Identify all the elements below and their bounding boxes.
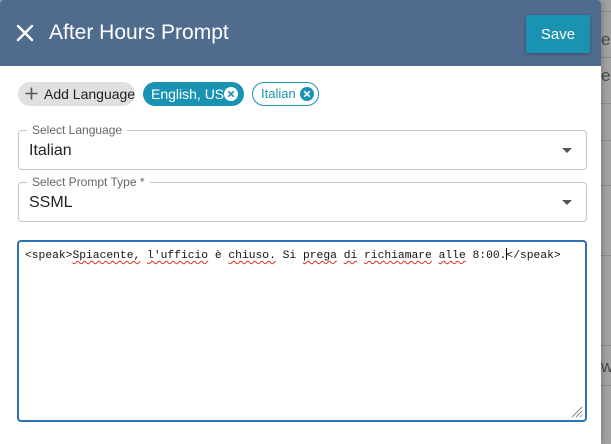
background-divider [600,345,611,346]
background-divider [600,103,611,104]
add-language-label: Add Language [44,86,136,102]
resize-handle-icon[interactable] [571,406,583,418]
background-divider [600,140,611,141]
background-divider [600,385,611,386]
chevron-down-icon [562,200,572,205]
ssml-word: di [343,250,358,262]
background-text-fragment: w [601,357,611,376]
language-chip-label: English, US [151,86,225,102]
plus-icon [25,87,38,100]
cancel-circle-icon[interactable] [300,87,314,101]
ssml-word: chiuso. [228,250,276,262]
dialog-header: After Hours Prompt Save [0,0,601,66]
dialog-title: After Hours Prompt [49,21,229,44]
close-button[interactable] [14,22,36,44]
close-icon [16,24,34,42]
ssml-word: richiamare [364,250,432,262]
chevron-down-icon [562,148,572,153]
add-language-chip[interactable]: Add Language [18,82,135,106]
language-chip-italian[interactable]: Italian [252,82,319,106]
ssml-word: alle [438,250,466,262]
language-chip-label: Italian [261,86,296,101]
background-divider [600,11,611,12]
background-text-fragment: e [601,30,611,49]
ssml-word: 8:00. [472,250,507,262]
language-chip-english-us[interactable]: English, US [143,82,244,106]
speak-open-tag: <speak> [25,250,73,262]
select-prompt-type-value: SSML [29,194,73,211]
select-language-dropdown[interactable]: Select Language Italian [18,123,587,170]
select-language-label: Select Language [27,123,128,137]
speak-close-tag: </speak> [506,250,561,262]
ssml-prompt-textarea[interactable]: <speak>Spiacente, l'ufficio è chiuso. Si… [17,240,587,422]
background-divider [600,185,611,186]
select-language-value: Italian [29,142,72,159]
ssml-word: prega [303,250,337,262]
ssml-word: è [214,250,222,262]
ssml-word: l'ufficio [147,250,209,262]
select-prompt-type-dropdown[interactable]: Select Prompt Type * SSML [18,175,587,222]
background-divider [600,57,611,58]
after-hours-prompt-dialog: After Hours Prompt Save Add Language Eng… [0,0,601,444]
background-text-fragment: e [601,66,611,85]
select-prompt-type-label: Select Prompt Type * [27,175,150,189]
save-button[interactable]: Save [526,15,590,53]
ssml-word: Si [282,250,297,262]
background-divider [600,255,611,256]
cancel-circle-icon[interactable] [224,87,238,101]
ssml-word: Spiacente, [72,250,141,262]
ssml-content: <speak>Spiacente, l'ufficio è chiuso. Si… [25,248,561,262]
